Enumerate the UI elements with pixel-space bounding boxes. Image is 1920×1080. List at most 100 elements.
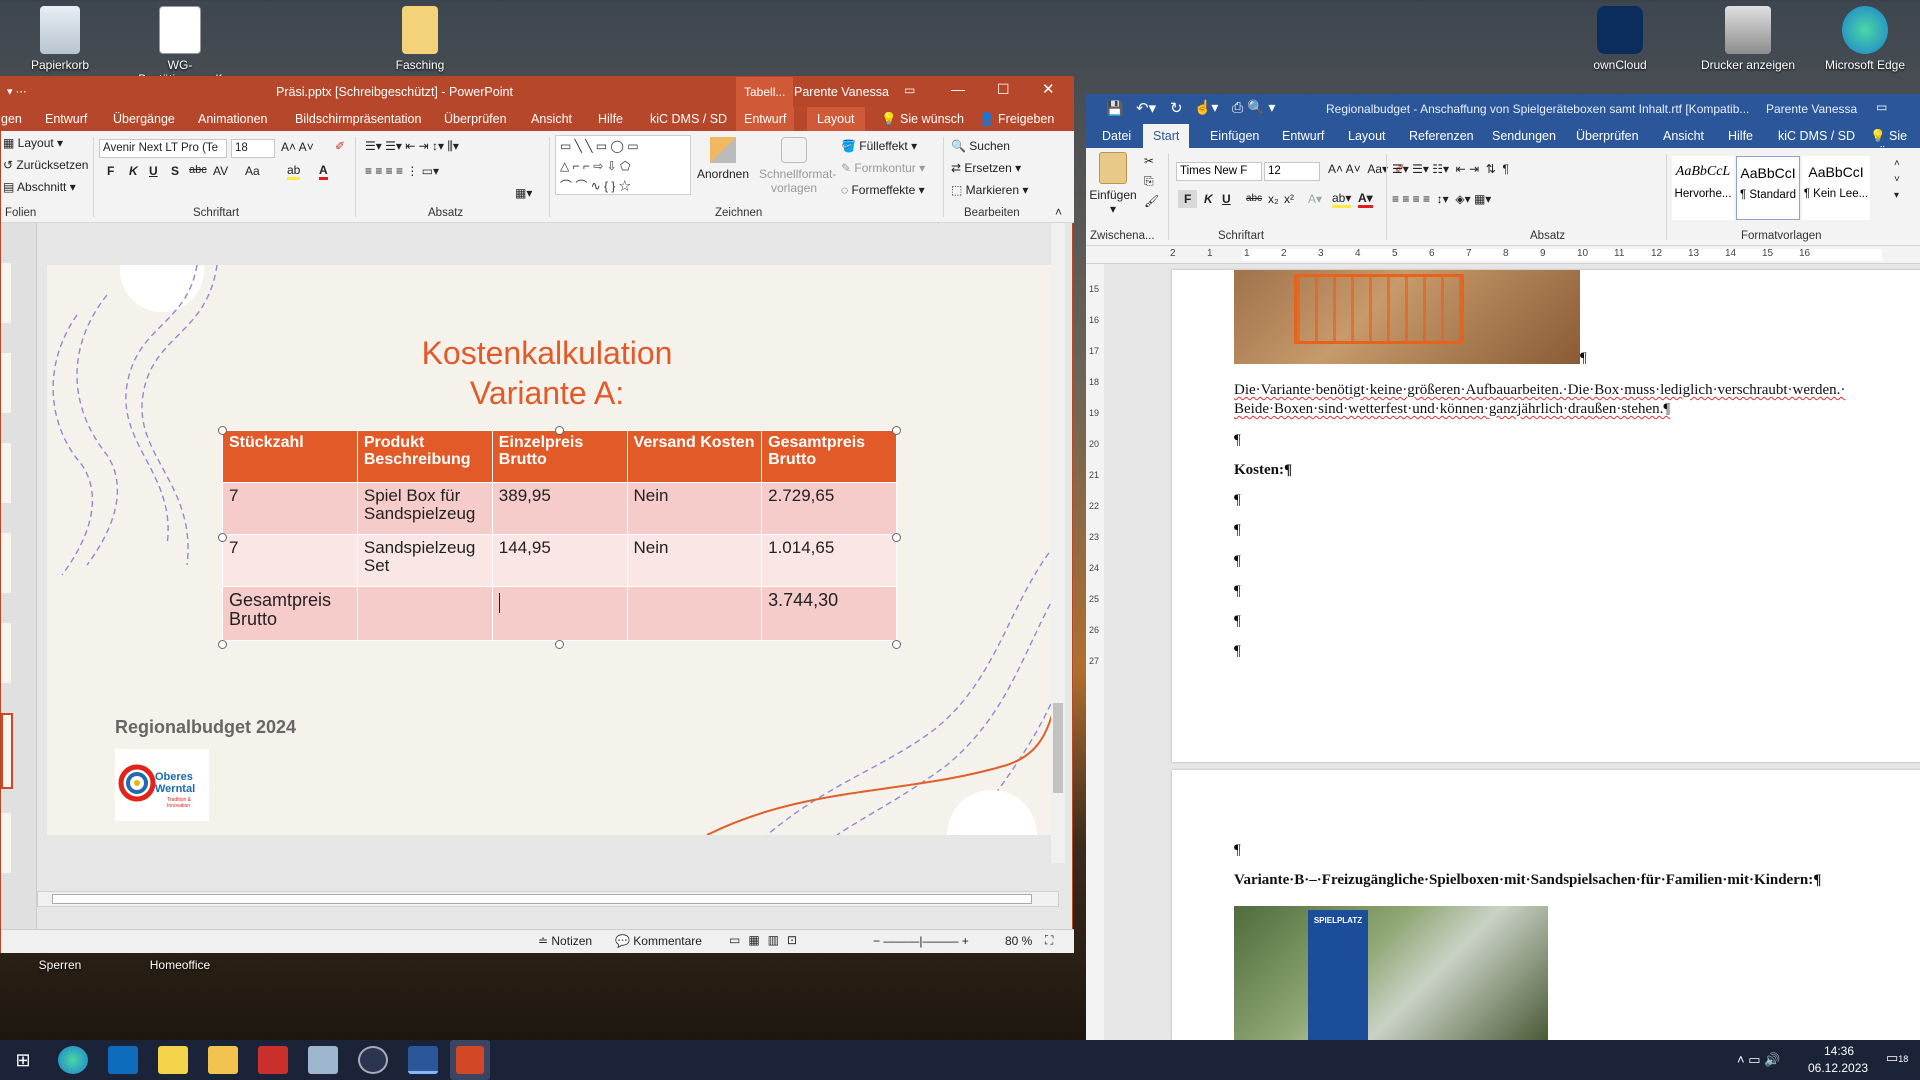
reset-button[interactable]: ↺ Zurücksetzen xyxy=(3,158,88,172)
document-page[interactable]: ¶ Variante·B·–·Freizugängliche·Spielboxe… xyxy=(1172,770,1920,1040)
table-cell[interactable]: 389,95 xyxy=(491,482,628,535)
close-icon[interactable]: ✕ xyxy=(1042,80,1055,98)
slide-thumbnail[interactable] xyxy=(1,263,11,323)
logo[interactable]: Oberes Werntal Tradition & Innovation xyxy=(115,749,209,821)
slide-thumbnail[interactable] xyxy=(1,443,11,503)
slide-thumbnail[interactable] xyxy=(1,353,11,413)
notes-taskbar-icon[interactable] xyxy=(158,1046,188,1074)
slide[interactable]: Kostenkalkulation Variante A: Stückzahl … xyxy=(47,265,1055,835)
list-icons[interactable]: ☰▾ ☰▾ ☷▾ ⇤ ⇥ ⇅ ¶ xyxy=(1392,162,1509,176)
table-cell[interactable]: 7 xyxy=(222,482,358,535)
font-size-combo[interactable]: 18 xyxy=(231,139,275,158)
table-cell[interactable] xyxy=(356,586,493,641)
font-name-combo[interactable]: Times New F xyxy=(1176,162,1262,181)
resize-handle[interactable] xyxy=(218,640,227,649)
touch-icon[interactable]: ☝▾ xyxy=(1194,99,1218,116)
shadow-button[interactable]: S xyxy=(171,164,179,178)
tab-sendungen[interactable]: Sendungen xyxy=(1492,129,1556,143)
tab-ansicht[interactable]: Ansicht xyxy=(1663,129,1704,143)
slide-thumbnail-pane[interactable] xyxy=(1,223,37,929)
zoom-slider[interactable]: − ———|——— + xyxy=(873,934,969,948)
table-header-cell[interactable]: Produkt Beschreibung xyxy=(356,430,493,483)
empty-paragraph[interactable]: ¶ xyxy=(1234,432,1241,449)
table-cell[interactable]: 3.744,30 xyxy=(761,586,897,641)
ribbon-display-icon[interactable]: ▭ xyxy=(904,83,915,97)
styles-scroll-icon[interactable]: ˄ ˅ ▾ xyxy=(1894,156,1900,204)
desktop-icon-recycle-bin[interactable]: Papierkorb xyxy=(10,0,110,72)
tell-me-search[interactable]: 💡 Sie wünsch xyxy=(881,112,964,127)
tab-ueberpruefen[interactable]: Überprüfen xyxy=(444,112,507,126)
table-cell[interactable]: 1.014,65 xyxy=(761,534,897,587)
font-grow-icon[interactable]: A˄ A˅ xyxy=(281,140,314,154)
case-button[interactable]: Aa xyxy=(245,164,260,178)
tab-einfuegen[interactable]: gen xyxy=(1,112,22,126)
align-icons[interactable]: ≡ ≡ ≡ ≡ ⋮ ▭▾ xyxy=(365,164,439,178)
table-header-cell[interactable]: Versand Kosten xyxy=(626,430,763,483)
empty-paragraph[interactable]: ¶ xyxy=(1234,492,1241,509)
copy-icon[interactable]: ⎘ xyxy=(1144,174,1154,189)
empty-paragraph[interactable]: ¶ xyxy=(1234,553,1241,570)
resize-handle[interactable] xyxy=(892,640,901,649)
zoom-level[interactable]: 80 % xyxy=(1005,934,1032,948)
italic-button[interactable]: K xyxy=(1204,192,1213,206)
strikethrough-button[interactable]: abc xyxy=(189,164,207,176)
document-page[interactable]: ¶ Die·Variante·benötigt·keine·größeren·A… xyxy=(1172,270,1920,762)
scroll-thumb[interactable] xyxy=(1053,703,1063,793)
tray-icons[interactable]: ˄ ▭ 🔊 xyxy=(1737,1052,1780,1068)
align-icons[interactable]: ≡ ≡ ≡ ≡ ↕▾ ◈▾ ▦▾ xyxy=(1392,192,1491,206)
table-header-cell[interactable]: Stückzahl xyxy=(222,430,358,483)
document-paragraph[interactable]: Die·Variante·benötigt·keine·größeren·Auf… xyxy=(1234,382,1845,399)
vertical-scrollbar[interactable] xyxy=(1051,223,1065,863)
strikethrough-button[interactable]: abc xyxy=(1246,193,1262,204)
tab-kic-dms[interactable]: kiC DMS / SD xyxy=(650,112,727,126)
cost-table[interactable]: Stückzahl Produkt Beschreibung Einzelpre… xyxy=(222,430,897,641)
word-user-name[interactable]: Parente Vanessa xyxy=(1766,102,1857,116)
collapse-ribbon-icon[interactable]: ˄ xyxy=(1055,205,1062,219)
bold-button[interactable]: F xyxy=(1178,190,1198,208)
font-size-combo[interactable]: 12 xyxy=(1264,162,1320,181)
share-button[interactable]: 👤 Freigeben xyxy=(979,112,1054,127)
resize-handle[interactable] xyxy=(892,533,901,542)
fill-button[interactable]: 🪣 Fülleffekt ▾ xyxy=(841,139,917,153)
bullets-icon[interactable]: ☰▾ ☰▾ ⇤ ⇥ ↕▾ ⫼▾ xyxy=(365,139,459,154)
resize-handle[interactable] xyxy=(555,640,564,649)
italic-button[interactable]: K xyxy=(129,164,138,178)
layout-button[interactable]: ▦ Layout ▾ xyxy=(3,136,63,150)
slide-thumbnail[interactable] xyxy=(1,623,11,683)
tab-datei[interactable]: Datei xyxy=(1102,129,1131,143)
tab-layout[interactable]: Layout xyxy=(1348,129,1386,143)
save-icon[interactable]: 💾 xyxy=(1106,100,1123,117)
clear-format-icon[interactable]: ✐ xyxy=(335,139,345,153)
select-button[interactable]: ⬚ Markieren ▾ xyxy=(951,183,1028,197)
document-paragraph[interactable]: Beide·Boxen·sind·wetterfest·und·können·g… xyxy=(1234,401,1670,418)
outline-button[interactable]: ✎ Formkontur ▾ xyxy=(841,161,925,175)
table-cell[interactable]: Nein xyxy=(626,482,763,535)
ppt-qat-icon[interactable]: ▾ ⋯ xyxy=(7,85,27,98)
maximize-icon[interactable]: ☐ xyxy=(997,81,1010,98)
minimize-icon[interactable]: — xyxy=(951,81,965,97)
vertical-ruler[interactable]: 15 16 17 18 19 20 21 22 23 24 25 26 27 xyxy=(1086,264,1104,1040)
format-painter-icon[interactable]: 🖌 xyxy=(1144,194,1159,208)
empty-paragraph[interactable]: ¶ xyxy=(1234,613,1241,630)
start-button[interactable]: ⊞ xyxy=(8,1046,38,1074)
document-heading-variante-b[interactable]: Variante·B·–·Freizugängliche·Spielboxen·… xyxy=(1234,872,1821,889)
document-heading-kosten[interactable]: Kosten:¶ xyxy=(1234,462,1292,479)
tab-table-design[interactable]: Entwurf xyxy=(736,107,795,131)
tab-animationen[interactable]: Animationen xyxy=(198,112,268,126)
text-effects-icon[interactable]: A▾ xyxy=(1308,192,1322,206)
slide-footer-text[interactable]: Regionalbudget 2024 xyxy=(115,717,296,738)
arrange-button[interactable]: Anordnen xyxy=(695,137,751,181)
resize-handle[interactable] xyxy=(218,533,227,542)
spacing-button[interactable]: AV xyxy=(213,164,228,178)
clock-time[interactable]: 14:36 xyxy=(1824,1044,1854,1058)
file-taskbar-icon[interactable] xyxy=(308,1046,338,1074)
table-cell[interactable]: Spiel Box für Sandspielzeug xyxy=(356,482,493,535)
print-preview-icon[interactable]: ⎙ 🔍 ▾ xyxy=(1232,99,1275,116)
ribbon-display-icon[interactable]: ▭ xyxy=(1876,100,1887,114)
empty-paragraph[interactable]: ¶ xyxy=(1234,583,1241,600)
empty-paragraph[interactable]: ¶ xyxy=(1234,842,1241,859)
redo-icon[interactable]: ↻ xyxy=(1170,99,1183,117)
subscript-button[interactable]: x₂ xyxy=(1268,192,1279,206)
desktop-icon-lock[interactable]: Sperren xyxy=(10,958,110,972)
fit-slide-icon[interactable]: ⛶ xyxy=(1045,933,1053,948)
